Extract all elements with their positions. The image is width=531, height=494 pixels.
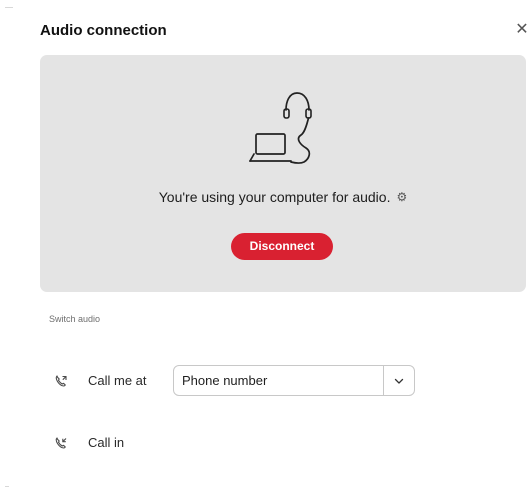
dialog-corner-mark bbox=[5, 7, 13, 8]
select-divider bbox=[383, 366, 384, 395]
dialog-corner-mark-bottom bbox=[5, 486, 9, 487]
computer-headset-icon bbox=[249, 92, 312, 164]
close-icon[interactable]: ✕ bbox=[513, 19, 531, 41]
phone-number-select-value: Phone number bbox=[182, 373, 268, 388]
gear-icon[interactable]: ⚙ bbox=[396, 190, 407, 204]
dialog-title: Audio connection bbox=[40, 22, 167, 39]
disconnect-button[interactable]: Disconnect bbox=[231, 233, 333, 260]
audio-connection-dialog: Audio connection ✕ You're using your com… bbox=[0, 0, 531, 494]
phone-outgoing-icon bbox=[55, 375, 67, 387]
audio-status-panel: You're using your computer for audio. ⚙ D… bbox=[40, 55, 526, 292]
call-me-label: Call me at bbox=[88, 373, 147, 388]
phone-incoming-icon[interactable] bbox=[54, 436, 68, 450]
audio-status-message: You're using your computer for audio. ⚙ bbox=[40, 189, 526, 205]
switch-audio-label: Switch audio bbox=[49, 314, 101, 324]
phone-number-select[interactable]: Phone number bbox=[173, 365, 415, 396]
call-in-option[interactable]: Call in bbox=[88, 435, 124, 450]
chevron-down-icon[interactable] bbox=[393, 375, 405, 387]
audio-status-text: You're using your computer for audio. bbox=[158, 189, 391, 205]
